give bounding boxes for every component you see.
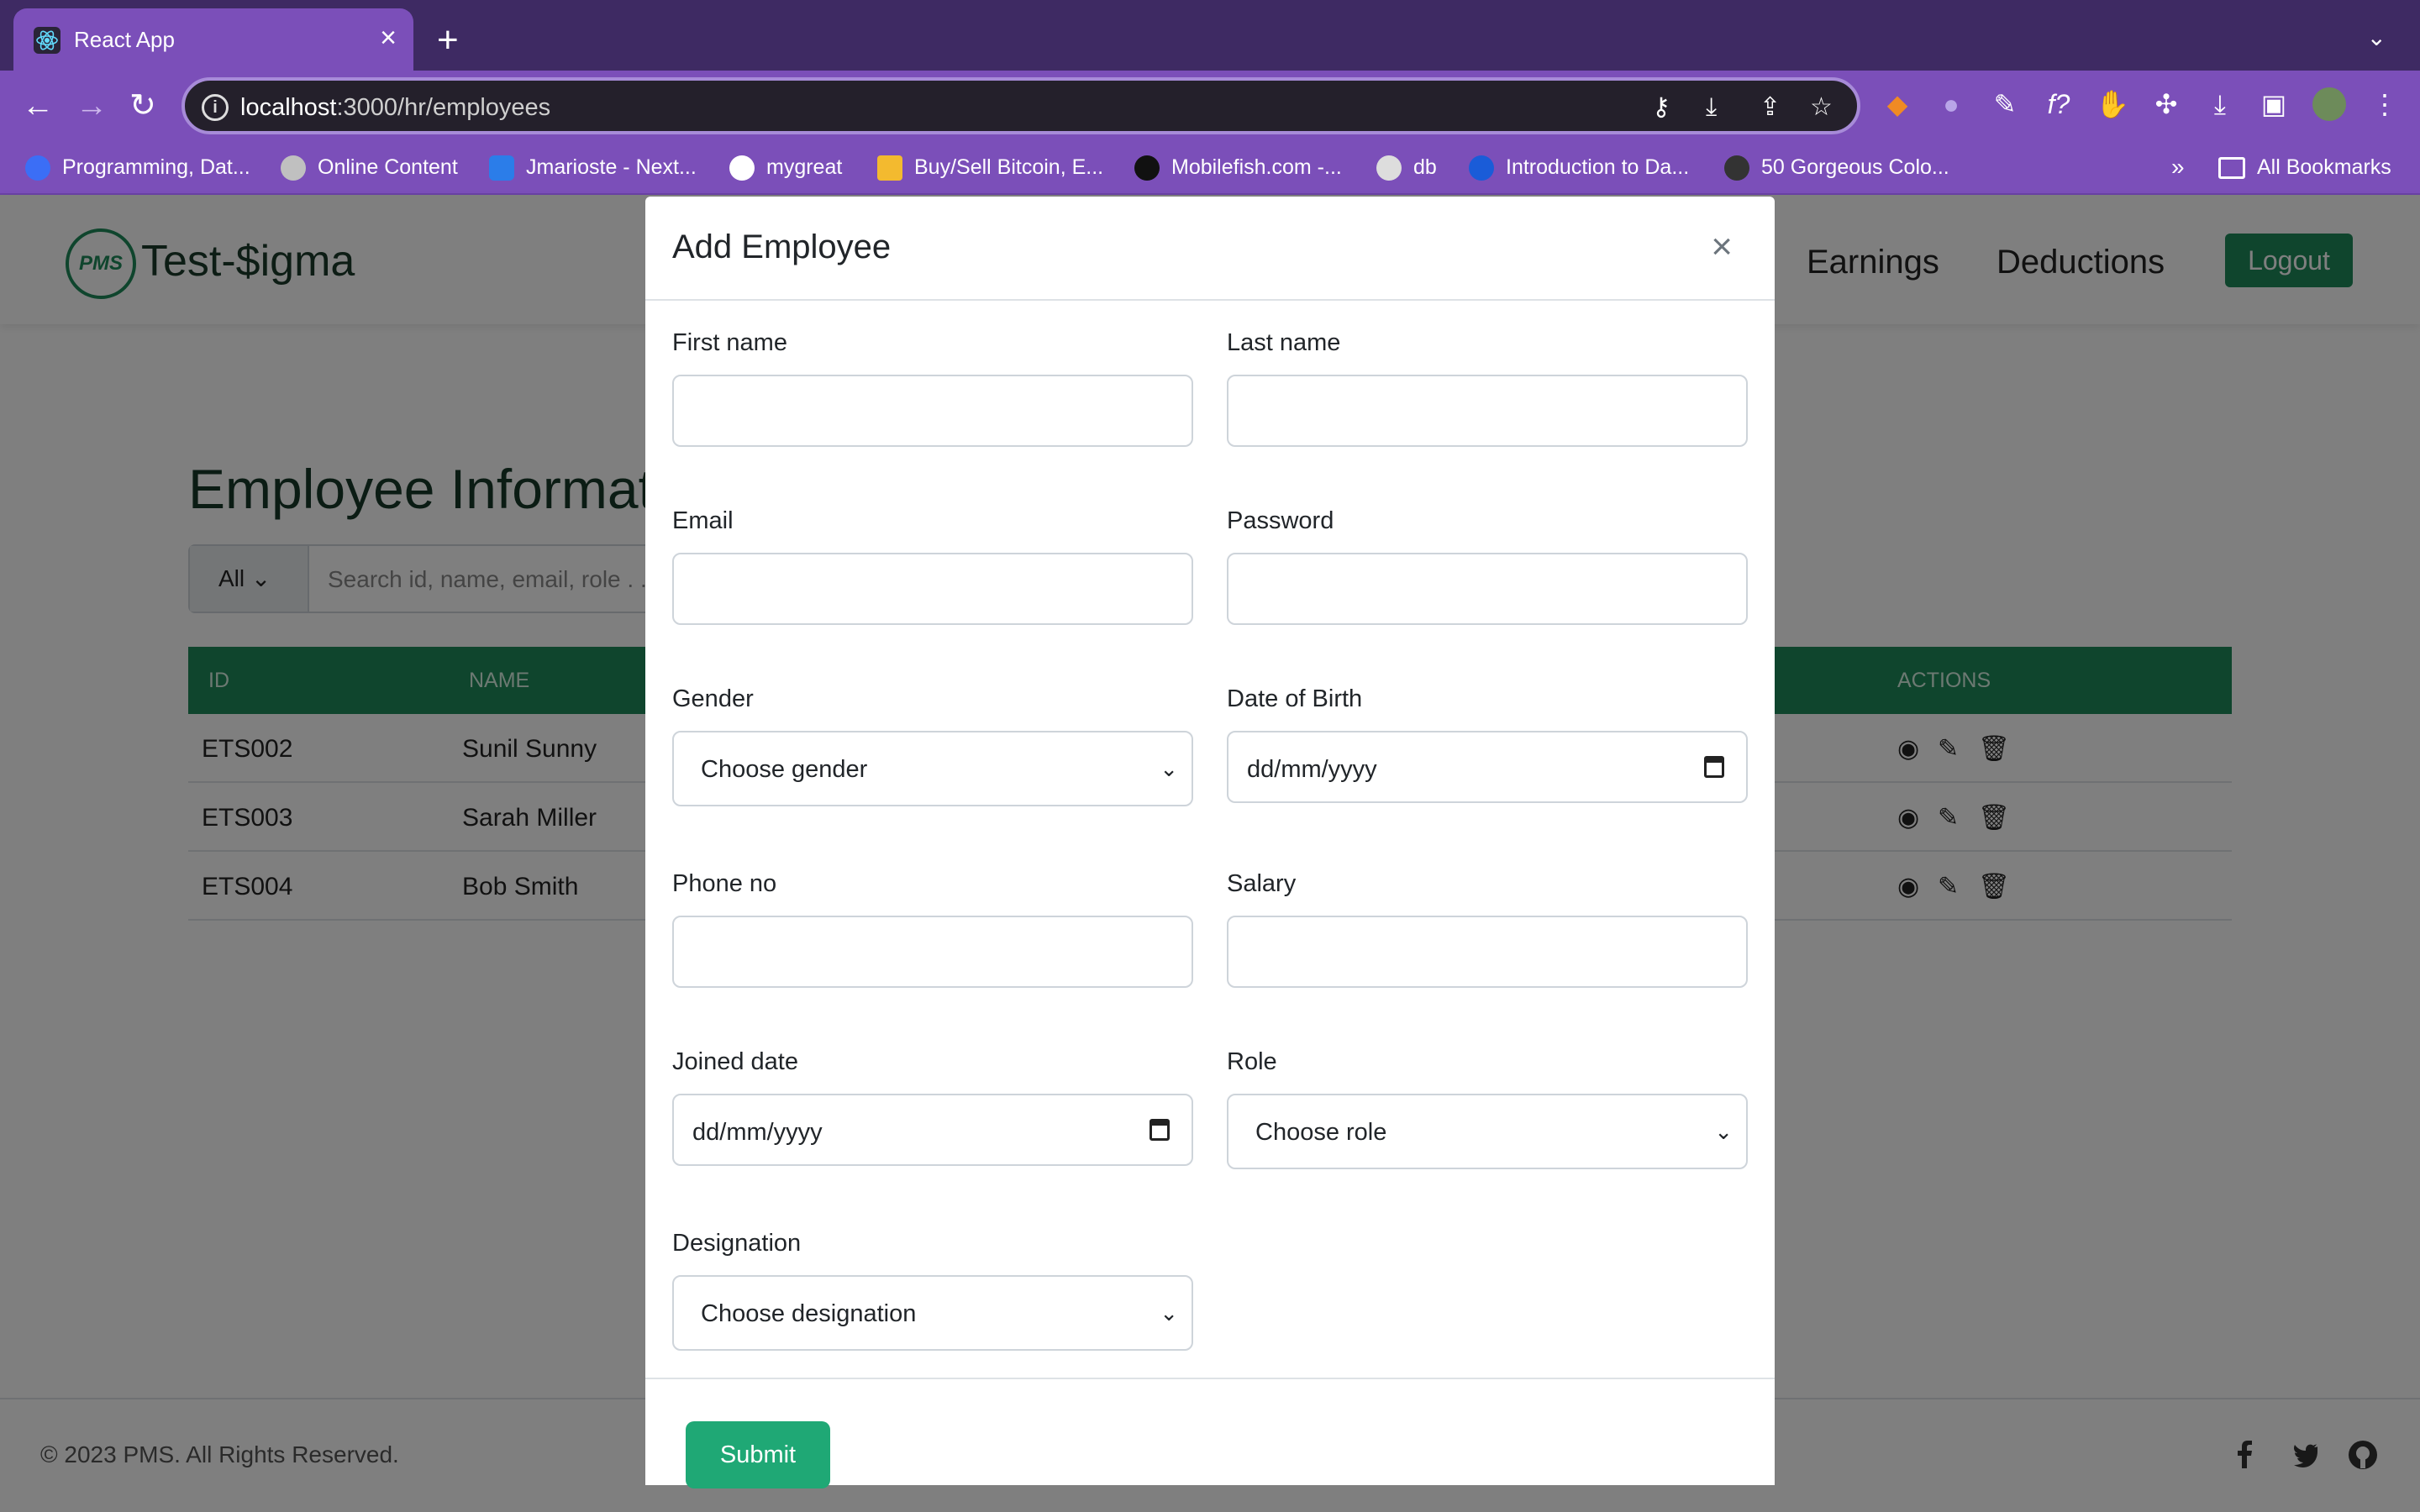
star-icon[interactable]: ☆ [1810,92,1833,123]
modal-title: Add Employee [672,228,892,265]
install-icon[interactable]: ⤓ [1706,92,1717,123]
calendar-icon[interactable] [1704,756,1724,778]
back-icon[interactable]: ← [22,86,54,126]
chevron-down-icon[interactable]: ⌄ [2367,24,2386,51]
chevron-down-icon: ⌄ [1714,1119,1733,1144]
browser-tab-bar: React App × + ⌄ [0,0,2420,71]
metamask-icon[interactable]: ◆ [1881,87,1914,121]
download-icon[interactable]: ⤓ [2203,87,2237,121]
menu-icon[interactable]: ⋮ [2368,87,2402,121]
label-joined-date: Joined date [672,1048,798,1075]
role-select[interactable]: Choose role ⌄ [1227,1094,1748,1169]
bookmark-item[interactable]: Buy/Sell Bitcoin, E... [877,153,1103,181]
bookmark-item[interactable]: Online Content [281,153,458,181]
bookmark-item[interactable]: 50 Gorgeous Colo... [1724,153,1949,181]
designation-select[interactable]: Choose designation ⌄ [672,1275,1193,1351]
extensions-icon[interactable]: ✣ [2149,87,2183,121]
profile-avatar[interactable] [2312,87,2346,121]
side-panel-icon[interactable]: ▣ [2257,87,2291,121]
first-name-input[interactable] [672,375,1193,447]
label-last-name: Last name [1227,329,1341,356]
bookmark-item[interactable]: Jmarioste - Next... [489,153,697,181]
joined-date-input[interactable]: dd/mm/yyyy [672,1094,1193,1166]
site-info-icon[interactable]: i [202,94,229,121]
label-dob: Date of Birth [1227,685,1363,712]
phone-input[interactable] [672,916,1193,988]
more-bookmarks-icon[interactable]: » [2171,153,2185,181]
close-tab-icon[interactable]: × [380,24,397,52]
joined-date-value: dd/mm/yyyy [692,1119,823,1146]
key-icon[interactable]: ⚷ [1652,92,1670,123]
label-role: Role [1227,1048,1277,1075]
dob-input[interactable]: dd/mm/yyyy [1227,731,1748,803]
extension-ghost-icon[interactable]: ● [1934,87,1968,121]
submit-button[interactable]: Submit [686,1421,830,1488]
gender-select[interactable]: Choose gender ⌄ [672,731,1193,806]
modal-footer: Submit [645,1378,1775,1488]
last-name-input[interactable] [1227,375,1748,447]
bookmark-item[interactable]: Programming, Dat... [25,153,250,181]
all-bookmarks[interactable]: All Bookmarks [2218,153,2391,181]
label-password: Password [1227,507,1334,534]
label-email: Email [672,507,734,534]
email-input[interactable] [672,553,1193,625]
close-icon[interactable]: × [1711,228,1733,265]
share-icon[interactable]: ⇪ [1760,92,1781,123]
designation-value: Choose designation [701,1300,917,1327]
address-bar[interactable]: i localhost:3000/hr/employees ⚷ ⤓ ⇪ ☆ [182,77,1860,134]
react-icon [34,27,60,54]
bookmark-item[interactable]: Mobilefish.com -... [1134,153,1342,181]
folder-icon [2218,157,2245,180]
password-input[interactable] [1227,553,1748,625]
function-icon[interactable]: f? [2042,87,2075,121]
bookmark-item[interactable]: db [1376,153,1437,181]
forward-icon[interactable]: → [76,86,108,126]
modal-header: Add Employee × [645,197,1775,301]
salary-input[interactable] [1227,916,1748,988]
label-salary: Salary [1227,870,1297,897]
browser-tab[interactable]: React App × [13,8,413,71]
url-text[interactable]: localhost:3000/hr/employees [240,92,550,123]
dob-value: dd/mm/yyyy [1247,756,1377,783]
blocker-icon[interactable]: ✋ [2096,87,2129,121]
eyedropper-icon[interactable]: ✎ [1988,87,2022,121]
bookmark-item[interactable]: Introduction to Da... [1469,153,1689,181]
chevron-down-icon: ⌄ [1160,756,1178,781]
label-gender: Gender [672,685,754,712]
label-first-name: First name [672,329,787,356]
calendar-icon[interactable] [1150,1119,1170,1141]
chevron-down-icon: ⌄ [1160,1300,1178,1326]
add-employee-modal: Add Employee × First name Last name Emai… [645,197,1775,1488]
role-value: Choose role [1255,1119,1387,1146]
bookmark-item[interactable]: mygreat [729,153,842,181]
gender-value: Choose gender [701,756,868,783]
reload-icon[interactable]: ↻ [129,86,156,126]
label-phone: Phone no [672,870,777,897]
new-tab-icon[interactable]: + [437,22,459,59]
bookmarks-bar: Programming, Dat... Online Content Jmari… [0,141,2420,195]
browser-toolbar: ← → ↻ i localhost:3000/hr/employees ⚷ ⤓ … [0,71,2420,141]
label-designation: Designation [672,1230,802,1257]
tab-title: React App [74,27,175,52]
